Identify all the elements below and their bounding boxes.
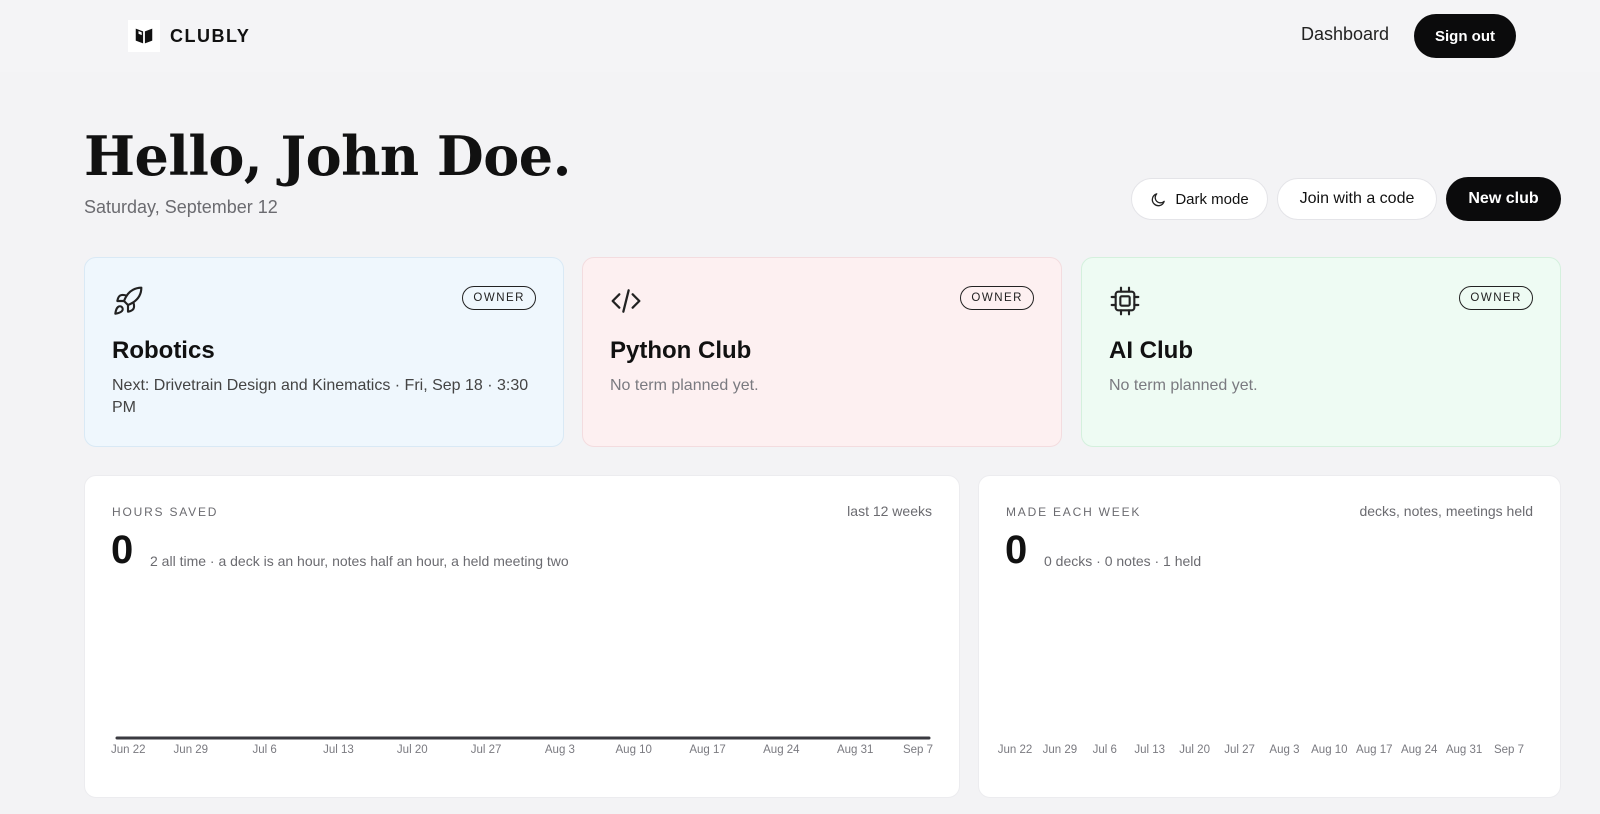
club-subtitle: No term planned yet.	[1109, 377, 1258, 394]
chip-icon	[1109, 285, 1141, 317]
x-tick-label: Aug 10	[616, 744, 652, 756]
x-tick-label: Jul 6	[252, 744, 276, 756]
x-tick-label: Jun 22	[111, 744, 146, 756]
x-tick-label: Jul 13	[1134, 744, 1165, 756]
x-tick-label: Jul 20	[397, 744, 428, 756]
x-tick-label: Aug 3	[545, 744, 575, 756]
date-line: Saturday, September 12	[84, 197, 278, 217]
top-bar: CLUBLY Dashboard Sign out	[0, 0, 1600, 72]
club-name: Robotics	[112, 337, 215, 364]
x-tick-label: Aug 31	[1446, 744, 1482, 756]
sign-out-button[interactable]: Sign out	[1414, 14, 1516, 58]
new-club-button[interactable]: New club	[1446, 177, 1561, 221]
x-tick-label: Jun 29	[174, 744, 209, 756]
x-tick-label: Jul 13	[323, 744, 354, 756]
x-tick-label: Aug 17	[1356, 744, 1392, 756]
dark-mode-label: Dark mode	[1175, 190, 1249, 208]
book-icon	[128, 20, 160, 52]
hours-saved-chart: Jun 22 Jun 29 Jul 6 Jul 13 Jul 20 Jul 27 Aug 3…	[111, 736, 933, 756]
dark-mode-button[interactable]: Dark mode	[1131, 178, 1268, 220]
x-tick-label: Aug 10	[1311, 744, 1347, 756]
x-tick-label: Jul 27	[1224, 744, 1255, 756]
x-tick-label: Jul 27	[471, 744, 502, 756]
club-name: AI Club	[1109, 337, 1193, 364]
made-each-week-panel: MADE EACH WEEK decks, notes, meetings he…	[978, 475, 1561, 798]
club-subtitle: Next: Drivetrain Design and Kinematics ·…	[112, 377, 529, 416]
hours-saved-panel: HOURS SAVED last 12 weeks 0 2 all time ·…	[84, 475, 960, 798]
moon-icon	[1152, 192, 1166, 206]
code-icon	[610, 285, 642, 317]
x-tick-label: Aug 31	[837, 744, 873, 756]
x-tick-label: Jul 20	[1179, 744, 1210, 756]
club-card-robotics[interactable]: OWNER Robotics Next: Drivetrain Design a…	[84, 257, 564, 447]
x-tick-label: Sep 7	[903, 744, 933, 756]
join-with-code-button[interactable]: Join with a code	[1277, 178, 1437, 220]
page-title: Hello, John Doe.	[84, 124, 571, 188]
club-name: Python Club	[610, 337, 752, 364]
x-tick-label: Jun 29	[1043, 744, 1078, 756]
club-card-ai[interactable]: OWNER AI Club No term planned yet.	[1081, 257, 1561, 447]
x-tick-label: Aug 24	[1401, 744, 1438, 756]
club-card-python[interactable]: OWNER Python Club No term planned yet.	[582, 257, 1062, 447]
brand[interactable]: CLUBLY	[128, 20, 250, 52]
x-tick-label: Sep 7	[1494, 744, 1524, 756]
x-tick-label: Jul 6	[1093, 744, 1117, 756]
made-each-week-chart: Jun 22 Jun 29 Jul 6 Jul 13 Jul 20 Jul 27 Aug 3…	[998, 744, 1524, 756]
owner-badge: OWNER	[462, 286, 536, 310]
nav-dashboard-link[interactable]: Dashboard	[1301, 24, 1389, 45]
brand-name: CLUBLY	[170, 25, 251, 46]
owner-badge: OWNER	[960, 286, 1034, 310]
rocket-icon	[112, 285, 144, 317]
x-tick-label: Aug 3	[1269, 744, 1299, 756]
club-subtitle: No term planned yet.	[610, 377, 759, 394]
owner-badge: OWNER	[1459, 286, 1533, 310]
x-tick-label: Aug 24	[763, 744, 800, 756]
x-tick-label: Jun 22	[998, 744, 1033, 756]
x-tick-label: Aug 17	[689, 744, 725, 756]
